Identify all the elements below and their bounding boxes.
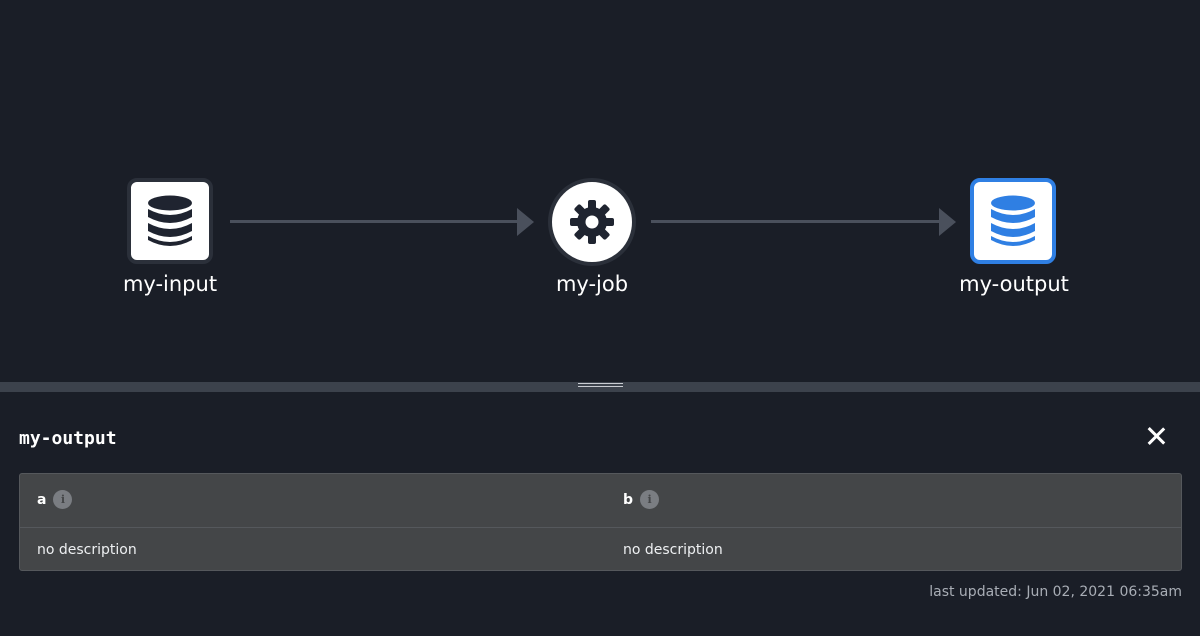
node-my-input[interactable] <box>127 178 213 264</box>
column-header-b: b i <box>623 490 660 509</box>
info-icon[interactable]: i <box>53 490 73 509</box>
node-my-job[interactable] <box>548 178 636 266</box>
node-label-my-job: my-job <box>555 272 629 296</box>
panel-title: my-output <box>19 428 117 449</box>
table-header: a i b i <box>20 474 1181 528</box>
node-label-my-output: my-output <box>959 272 1069 296</box>
close-icon[interactable] <box>1144 424 1168 448</box>
node-my-output[interactable] <box>970 178 1056 264</box>
edge-job-to-output <box>651 220 941 223</box>
database-icon <box>991 195 1035 246</box>
lineage-graph: my-input my-job my-output <box>0 0 1200 382</box>
edge-arrowhead <box>517 208 534 236</box>
table-row: no description no description <box>20 528 1181 572</box>
column-header-label: a <box>37 491 47 508</box>
database-icon <box>148 195 192 246</box>
edge-arrowhead <box>939 208 956 236</box>
fields-table: a i b i no description no description <box>19 473 1182 571</box>
table-cell: no description <box>37 542 137 558</box>
info-icon[interactable]: i <box>640 490 660 509</box>
gear-icon <box>570 200 614 244</box>
node-label-my-input: my-input <box>122 272 218 296</box>
last-updated-text: last updated: Jun 02, 2021 06:35am <box>929 584 1182 600</box>
resize-handle-icon[interactable] <box>578 383 623 390</box>
table-cell: no description <box>623 542 723 558</box>
column-header-label: b <box>623 491 634 508</box>
edge-input-to-job <box>230 220 518 223</box>
column-header-a: a i <box>37 490 73 509</box>
details-panel: my-output a i b i no description no desc… <box>0 392 1200 636</box>
